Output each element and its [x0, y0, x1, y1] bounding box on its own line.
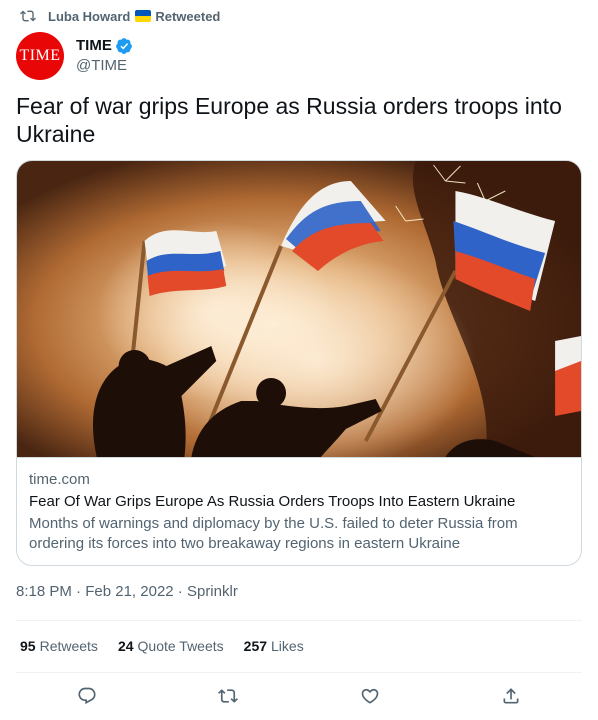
retweets-stat[interactable]: 95 Retweets — [20, 636, 98, 656]
tweet-stats: 95 Retweets 24 Quote Tweets 257 Likes — [20, 636, 324, 656]
retweeter-name[interactable]: Luba Howard — [48, 9, 130, 24]
tweet-actions — [16, 682, 582, 710]
retweet-icon[interactable] — [217, 685, 239, 707]
retweets-label: Retweets — [39, 638, 98, 654]
meta-separator: · — [71, 583, 86, 600]
card-body[interactable]: time.com Fear Of War Grips Europe As Rus… — [17, 457, 581, 554]
verified-badge-icon — [115, 37, 133, 55]
likes-label: Likes — [271, 638, 304, 654]
display-name[interactable]: TIME — [76, 36, 112, 56]
retweeted-label: Retweeted — [155, 8, 221, 24]
divider — [16, 672, 582, 673]
tweet-source[interactable]: Sprinklr — [187, 582, 238, 602]
likes-count: 257 — [243, 638, 268, 654]
tweet-date[interactable]: Feb 21, 2022 — [85, 582, 173, 602]
retweets-count: 95 — [20, 638, 36, 654]
quote-tweets-stat[interactable]: 24 Quote Tweets — [118, 636, 224, 656]
card-image[interactable] — [17, 161, 581, 457]
tweet-time[interactable]: 8:18 PM — [16, 582, 72, 602]
quotes-count: 24 — [117, 638, 134, 654]
likes-stat[interactable]: 257 Likes — [244, 636, 304, 656]
reply-icon[interactable] — [76, 685, 98, 707]
tweet-text: Fear of war grips Europe as Russia order… — [16, 93, 562, 147]
author-handle[interactable]: @TIME — [76, 56, 133, 76]
meta-separator-2: · — [173, 583, 187, 600]
ukraine-flag-icon — [135, 10, 152, 22]
share-icon[interactable] — [500, 685, 522, 707]
author-names: TIME @TIME — [76, 36, 133, 76]
like-icon[interactable] — [359, 685, 381, 707]
card-domain: time.com — [29, 471, 90, 488]
tweet-author: TIME TIME @TIME — [16, 32, 133, 80]
card-description: Months of warnings and diplomacy by the … — [29, 515, 518, 552]
retweet-header: Luba Howard Retweeted — [20, 6, 220, 26]
divider — [16, 620, 582, 621]
avatar-logo: TIME — [19, 47, 61, 64]
retweet-icon — [20, 8, 36, 24]
tweet-meta: 8:18 PM · Feb 21, 2022 · Sprinklr — [16, 582, 238, 602]
quotes-label: Quote Tweets — [137, 638, 224, 654]
avatar[interactable]: TIME — [16, 32, 64, 80]
display-name-row: TIME — [76, 36, 133, 56]
link-card[interactable]: time.com Fear Of War Grips Europe As Rus… — [16, 160, 582, 566]
card-title: Fear Of War Grips Europe As Russia Order… — [29, 493, 516, 510]
